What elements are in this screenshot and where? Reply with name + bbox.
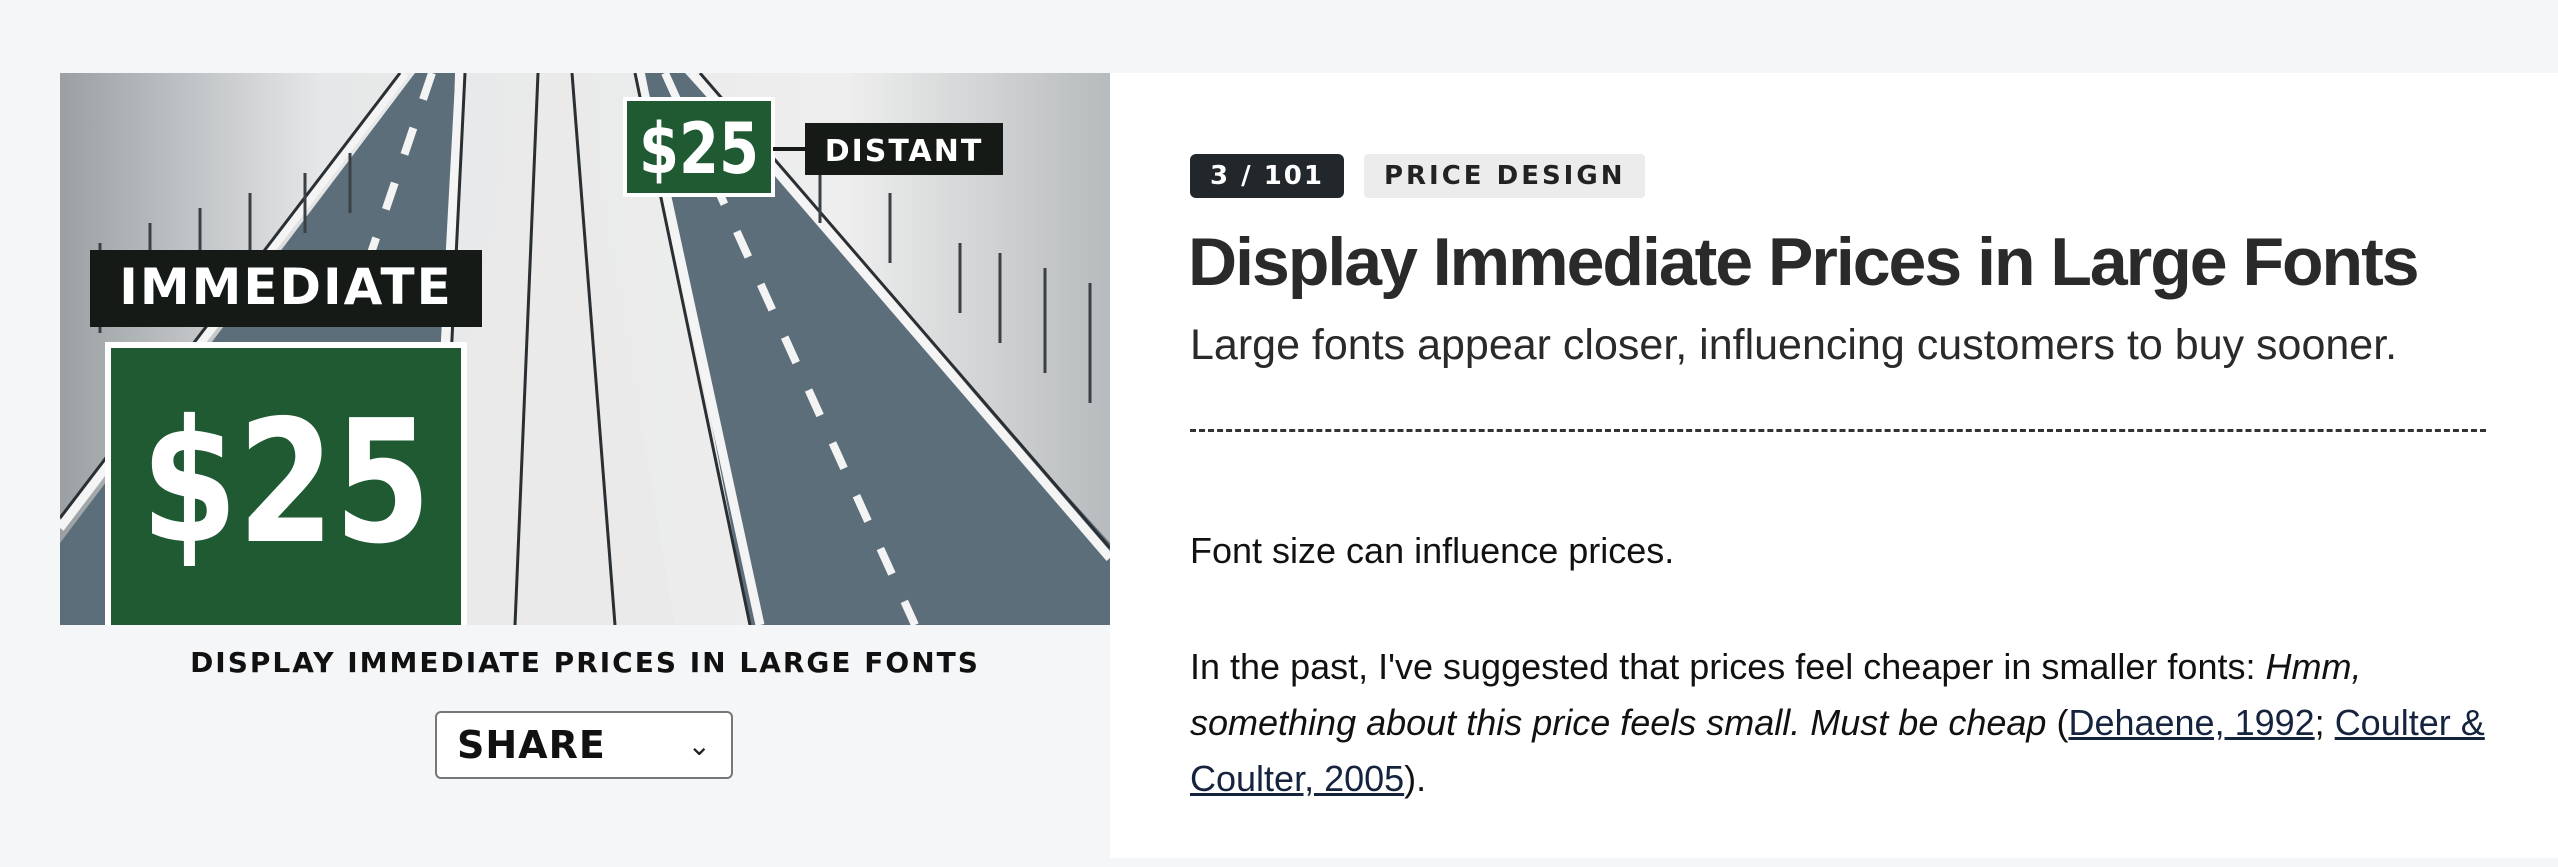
paragraph-2: In the past, I've suggested that prices … (1190, 639, 2490, 807)
content-panel: 3 / 101 PRICE DESIGN Display Immediate P… (1110, 73, 2558, 858)
share-dropdown[interactable]: SHARE ⌄ (435, 711, 733, 779)
dashed-divider (1190, 429, 2486, 432)
reference-separator: ; (2314, 702, 2335, 743)
immediate-label: IMMEDIATE (119, 258, 452, 316)
category-badge[interactable]: PRICE DESIGN (1363, 154, 1646, 198)
share-label: SHARE (457, 723, 606, 767)
paren-open: ( (2046, 702, 2069, 743)
paragraph-2-intro: In the past, I've suggested that prices … (1190, 646, 2266, 687)
highway-illustration: IMMEDIATE $25 $25 DISTANT (60, 73, 1110, 625)
left-column: IMMEDIATE $25 $25 DISTANT DISPLAY IMMEDI… (60, 73, 1110, 858)
distant-label: DISTANT (825, 134, 984, 169)
paragraph-1: Font size can influence prices. (1190, 530, 1675, 571)
page-subtitle: Large fonts appear closer, influencing c… (1190, 321, 2398, 369)
page-title: Display Immediate Prices in Large Fonts (1188, 224, 2420, 300)
hero-illustration: IMMEDIATE $25 $25 DISTANT (60, 73, 1110, 625)
badge-row: 3 / 101 PRICE DESIGN (1190, 154, 1646, 198)
image-caption: DISPLAY IMMEDIATE PRICES IN LARGE FONTS (190, 646, 980, 679)
chevron-down-icon: ⌄ (687, 729, 711, 761)
reference-link-dehaene[interactable]: Dehaene, 1992 (2068, 702, 2314, 743)
paren-close: ). (1404, 758, 1427, 799)
distant-price: $25 (639, 108, 759, 190)
item-count-badge: 3 / 101 (1190, 154, 1344, 198)
article-body: Font size can influence prices. In the p… (1190, 523, 2490, 867)
immediate-price: $25 (141, 384, 431, 582)
